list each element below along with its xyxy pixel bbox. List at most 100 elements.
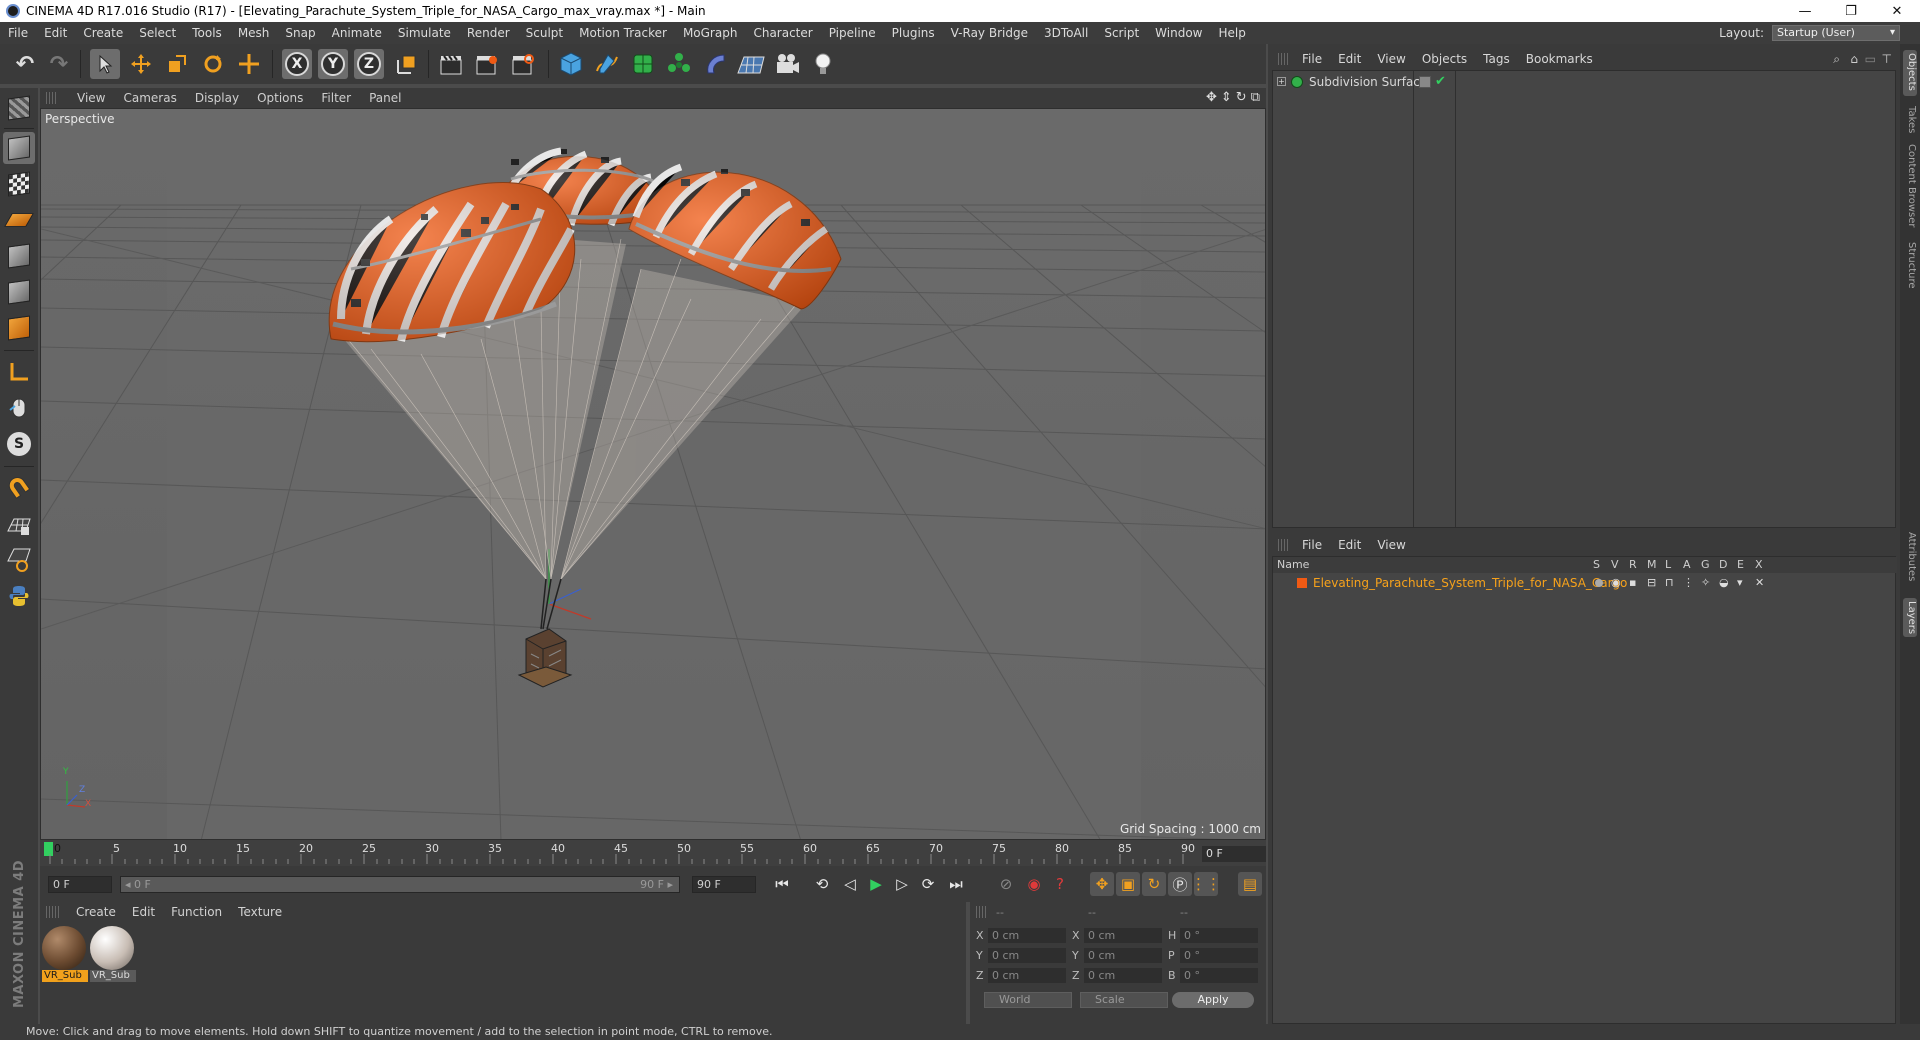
key-parameter-button[interactable]: Ⓟ bbox=[1168, 872, 1192, 896]
layers-menu-file[interactable]: File bbox=[1294, 538, 1330, 552]
menu-snap[interactable]: Snap bbox=[277, 26, 323, 40]
render-view-button[interactable] bbox=[436, 49, 466, 79]
layers-menu-view[interactable]: View bbox=[1369, 538, 1413, 552]
polygons-mode-button[interactable] bbox=[3, 312, 35, 344]
viewport-menu-options[interactable]: Options bbox=[248, 91, 312, 105]
texture-mode-button[interactable] bbox=[3, 168, 35, 200]
menu-sculpt[interactable]: Sculpt bbox=[518, 26, 571, 40]
menu-character[interactable]: Character bbox=[745, 26, 820, 40]
render-settings-button[interactable] bbox=[508, 49, 538, 79]
live-selection-button[interactable] bbox=[90, 49, 120, 79]
snap-settings-button[interactable]: S bbox=[3, 428, 35, 460]
next-key-button[interactable]: ⟳ bbox=[916, 872, 940, 896]
layer-col-r[interactable]: R bbox=[1629, 558, 1637, 571]
new-window-icon[interactable]: ▭ bbox=[1865, 52, 1876, 66]
subdivision-surface-button[interactable] bbox=[628, 49, 658, 79]
python-script-button[interactable] bbox=[3, 580, 35, 612]
home-icon[interactable]: ⌂ bbox=[1850, 52, 1858, 66]
minimize-button[interactable]: — bbox=[1782, 0, 1828, 22]
layer-col-m[interactable]: M bbox=[1647, 558, 1657, 571]
size-y-field[interactable]: 0 cm bbox=[1084, 948, 1162, 963]
current-frame-field[interactable]: 0 F bbox=[1202, 846, 1266, 862]
viewport-camera-label[interactable]: Perspective bbox=[45, 112, 115, 126]
position-y-field[interactable]: 0 cm bbox=[988, 948, 1066, 963]
menu-pipeline[interactable]: Pipeline bbox=[821, 26, 884, 40]
menu-vray-bridge[interactable]: V-Ray Bridge bbox=[943, 26, 1036, 40]
objects-menu-view[interactable]: View bbox=[1369, 52, 1413, 66]
tab-objects[interactable]: Objects bbox=[1903, 50, 1917, 96]
redo-button[interactable]: ↷ bbox=[44, 49, 74, 79]
layer-col-g[interactable]: G bbox=[1701, 558, 1710, 571]
visible-eye-icon[interactable]: ◉ bbox=[1611, 576, 1621, 589]
scale-tool-button[interactable] bbox=[162, 49, 192, 79]
layer-name-column[interactable]: Name bbox=[1277, 558, 1309, 571]
go-to-end-button[interactable]: ⏭ bbox=[944, 872, 968, 896]
viewport-move-icon[interactable]: ✥ bbox=[1206, 90, 1217, 105]
tab-attributes[interactable]: Attributes bbox=[1903, 532, 1917, 581]
autokey-button[interactable]: ◉ bbox=[1022, 872, 1046, 896]
rotation-p-field[interactable]: 0 ° bbox=[1180, 948, 1258, 963]
preview-range-slider[interactable]: ◂ 0 F 90 F ▸ bbox=[120, 876, 680, 893]
viewport-maximize-icon[interactable]: ⧉ bbox=[1251, 90, 1260, 105]
axis-mode-button[interactable] bbox=[3, 356, 35, 388]
enable-snap-button[interactable] bbox=[3, 472, 35, 504]
viewport-menu-view[interactable]: View bbox=[68, 91, 114, 105]
coordinate-space-dropdown[interactable]: World bbox=[984, 992, 1072, 1008]
menu-script[interactable]: Script bbox=[1096, 26, 1147, 40]
size-x-field[interactable]: 0 cm bbox=[1084, 928, 1162, 943]
menu-edit[interactable]: Edit bbox=[36, 26, 75, 40]
record-keys-button[interactable]: ⊘ bbox=[994, 872, 1018, 896]
menu-mesh[interactable]: Mesh bbox=[230, 26, 278, 40]
workplane-mode-button[interactable] bbox=[3, 204, 35, 236]
object-name[interactable]: Subdivision Surface bbox=[1309, 75, 1427, 89]
add-spline-pen-button[interactable] bbox=[592, 49, 622, 79]
tab-content-browser[interactable]: Content Browser bbox=[1903, 144, 1917, 227]
layers-menu-edit[interactable]: Edit bbox=[1330, 538, 1369, 552]
object-row[interactable]: + Subdivision Surface ✔ bbox=[1273, 74, 1897, 93]
camera-button[interactable] bbox=[772, 49, 802, 79]
enabled-check-icon[interactable]: ✔ bbox=[1435, 74, 1446, 89]
workplane-align-button[interactable] bbox=[3, 544, 35, 576]
key-pla-button[interactable]: ⋮⋮ bbox=[1191, 872, 1221, 896]
layer-col-l[interactable]: L bbox=[1665, 558, 1671, 571]
viewport-rotate-icon[interactable]: ↻ bbox=[1236, 90, 1247, 105]
objects-menu-file[interactable]: File bbox=[1294, 52, 1330, 66]
previous-key-button[interactable]: ⟲ bbox=[810, 872, 834, 896]
key-rotation-button[interactable]: ↻ bbox=[1142, 872, 1166, 896]
menu-mograph[interactable]: MoGraph bbox=[675, 26, 746, 40]
menu-3dtoall[interactable]: 3DToAll bbox=[1036, 26, 1096, 40]
rotation-h-field[interactable]: 0 ° bbox=[1180, 928, 1258, 943]
material-menu-texture[interactable]: Texture bbox=[230, 905, 290, 919]
menu-motion-tracker[interactable]: Motion Tracker bbox=[571, 26, 675, 40]
viewport-menu-cameras[interactable]: Cameras bbox=[114, 91, 185, 105]
key-scale-button[interactable]: ▣ bbox=[1116, 872, 1140, 896]
undo-button[interactable]: ↶ bbox=[10, 49, 40, 79]
deformer-button[interactable] bbox=[700, 49, 730, 79]
layer-col-e[interactable]: E bbox=[1737, 558, 1744, 571]
size-z-field[interactable]: 0 cm bbox=[1084, 968, 1162, 983]
make-editable-button[interactable] bbox=[3, 92, 35, 124]
pin-icon[interactable]: ⊤ bbox=[1882, 52, 1892, 66]
layout-dropdown[interactable]: Startup (User) bbox=[1772, 25, 1900, 41]
layer-col-a[interactable]: A bbox=[1683, 558, 1691, 571]
y-axis-lock-button[interactable]: Y bbox=[318, 49, 348, 79]
layer-col-d[interactable]: D bbox=[1719, 558, 1727, 571]
edges-mode-button[interactable] bbox=[3, 276, 35, 308]
menu-file[interactable]: File bbox=[0, 26, 36, 40]
expand-icon[interactable]: + bbox=[1277, 77, 1286, 86]
menu-create[interactable]: Create bbox=[75, 26, 131, 40]
render-to-picture-viewer-button[interactable] bbox=[472, 49, 502, 79]
menu-plugins[interactable]: Plugins bbox=[884, 26, 943, 40]
model-mode-button[interactable] bbox=[3, 132, 35, 164]
lock-icon[interactable]: ⊓ bbox=[1665, 576, 1674, 589]
layer-col-x[interactable]: X bbox=[1755, 558, 1763, 571]
light-button[interactable] bbox=[808, 49, 838, 79]
material-swatch[interactable]: VR_Sub bbox=[90, 926, 136, 982]
layer-row[interactable]: Elevating_Parachute_System_Triple_for_NA… bbox=[1273, 575, 1897, 591]
add-cube-button[interactable] bbox=[556, 49, 586, 79]
rotation-b-field[interactable]: 0 ° bbox=[1180, 968, 1258, 983]
mograph-cloner-button[interactable] bbox=[664, 49, 694, 79]
generators-icon[interactable]: ✧ bbox=[1701, 576, 1710, 589]
transform-tool-button[interactable] bbox=[234, 49, 264, 79]
viewport-menu-display[interactable]: Display bbox=[186, 91, 248, 105]
